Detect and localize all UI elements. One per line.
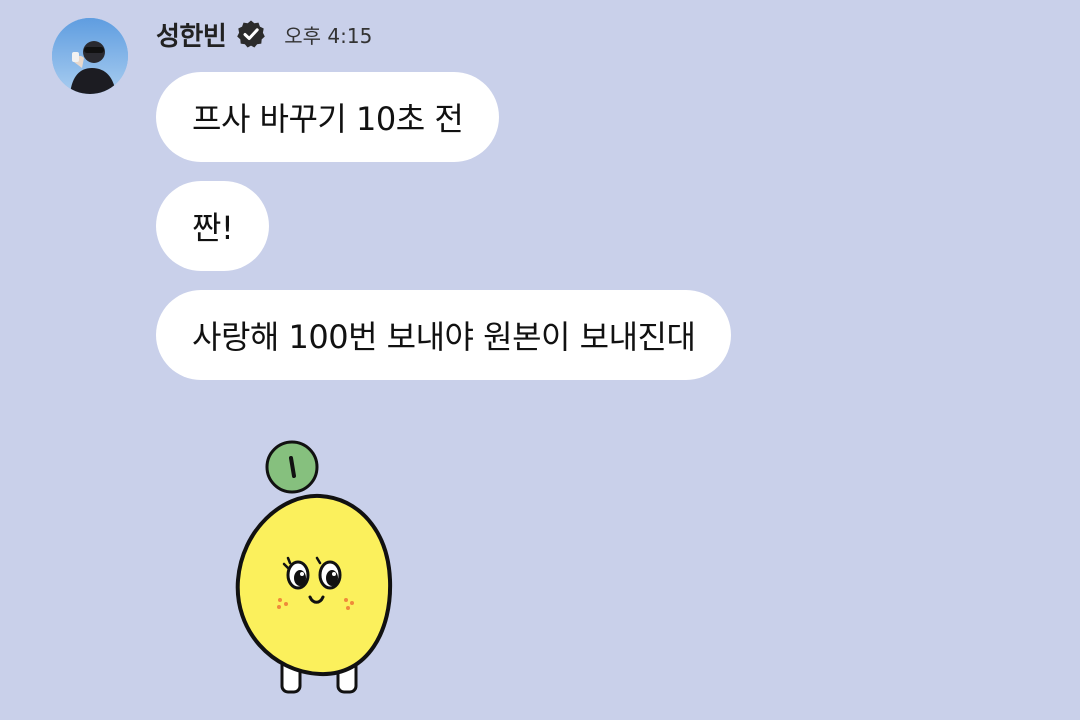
message-bubble[interactable]: 사랑해 100번 보내야 원본이 보내진대 xyxy=(156,290,732,380)
message-text: 프사 바꾸기 10초 전 xyxy=(192,100,464,138)
avatar-photo-icon xyxy=(52,18,128,94)
message-bubble[interactable]: 프사 바꾸기 10초 전 xyxy=(156,72,500,162)
sender-avatar[interactable] xyxy=(52,18,128,94)
message-bubble[interactable]: 짠! xyxy=(156,181,270,271)
verified-badge-icon xyxy=(236,19,266,49)
chat-area: 성한빈 오후 4:15 프사 바꾸기 10초 전 짠! 사랑해 100번 보내야… xyxy=(0,0,1080,720)
lemon-character-icon xyxy=(235,440,393,694)
lemon-sticker[interactable] xyxy=(222,430,412,700)
sender-name[interactable]: 성한빈 xyxy=(156,16,227,53)
message-text: 짠! xyxy=(192,209,234,247)
message-timestamp: 오후 4:15 xyxy=(284,23,373,48)
message-header: 성한빈 오후 4:15 xyxy=(156,14,372,54)
message-text: 사랑해 100번 보내야 원본이 보내진대 xyxy=(192,318,696,356)
